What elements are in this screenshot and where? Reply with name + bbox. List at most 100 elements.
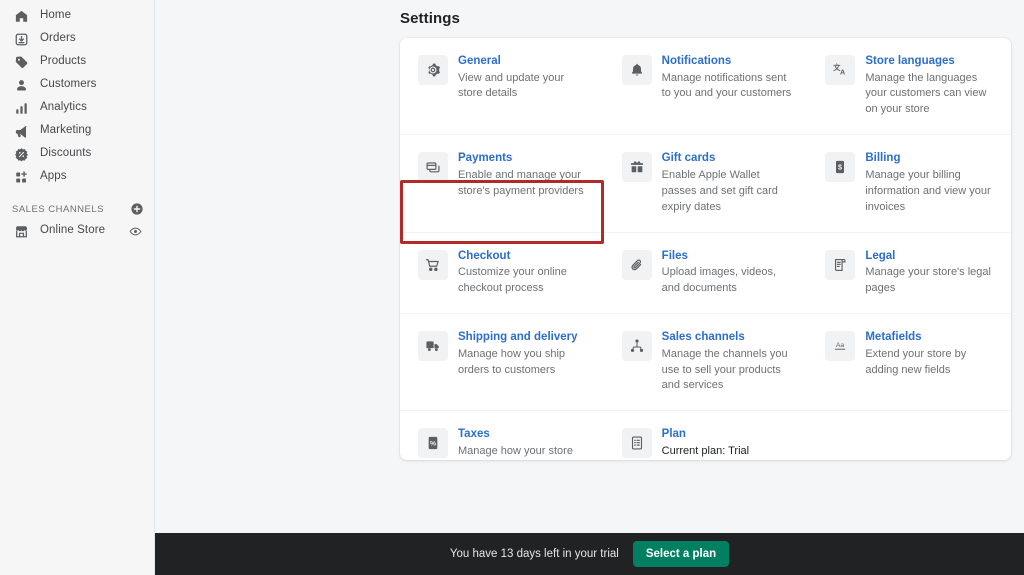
entry-description: Extend your store by adding new fields [865,347,967,376]
translate-icon: 文A [825,55,856,85]
shopping-cart-icon [418,249,448,280]
entry-title[interactable]: Payments [458,151,590,167]
paperclip-icon [621,249,652,280]
settings-entry-billing[interactable]: $ Billing Manage your billing informatio… [807,135,1011,231]
sidebar-item-home[interactable]: Home [6,5,148,27]
settings-entry-files[interactable]: Files Upload images, videos, and documen… [604,233,808,313]
entry-title[interactable]: Files [662,249,794,265]
settings-entry-sales-channels[interactable]: Sales channels Manage the channels you u… [604,314,808,410]
entry-description: Manage notifications sent to you and you… [661,71,792,100]
sidebar-item-discounts[interactable]: Discounts [6,143,148,165]
entry-body: Files Upload images, videos, and documen… [662,249,794,297]
entry-description: Manage your billing information and view… [865,168,991,213]
entry-description: View and update your store details [458,71,565,100]
sidebar-item-label: Products [40,55,87,68]
sidebar-item-label: Discounts [40,147,92,160]
truck-icon [418,331,448,362]
settings-entry-checkout[interactable]: Checkout Customize your online checkout … [400,233,604,313]
bell-icon [621,55,652,85]
entry-description: Manage how you ship orders to customers [458,347,566,376]
sidebar-item-label: Online Store [40,224,106,237]
entry-body: Taxes Manage how your store charges taxe… [458,427,590,460]
settings-row: Shipping and delivery Manage how you shi… [400,314,1011,412]
select-a-plan-button[interactable]: Select a plan [632,541,730,567]
marketing-megaphone-icon [12,122,30,140]
trial-bottom-bar: You have 13 days left in your trial Sele… [155,533,1024,575]
entry-body: Metafields Extend your store by adding n… [865,330,997,378]
svg-text:A: A [840,67,845,76]
sidebar-item-analytics[interactable]: Analytics [6,97,148,119]
settings-entry-gift-cards[interactable]: Gift cards Enable Apple Wallet passes an… [604,135,808,231]
settings-entry-notifications[interactable]: Notifications Manage notifications sent … [604,38,808,134]
sidebar-item-products[interactable]: Products [6,51,148,73]
entry-body: Store languages Manage the languages you… [865,54,997,118]
eye-icon[interactable] [129,225,142,238]
sidebar-item-orders[interactable]: Orders [6,28,148,50]
settings-entry-taxes[interactable]: % Taxes Manage how your store charges ta… [400,411,604,460]
entry-body: Payments Enable and manage your store's … [458,151,590,199]
settings-entry-payments[interactable]: Payments Enable and manage your store's … [400,135,604,231]
sidebar-item-online-store[interactable]: Online Store [6,220,148,242]
entry-title[interactable]: Gift cards [662,151,794,167]
customers-person-icon [12,76,30,94]
entry-description: Manage how your store charges taxes [458,444,573,457]
entry-title[interactable]: General [458,54,590,70]
settings-row: General View and update your store detai… [400,38,1011,136]
entry-title[interactable]: Shipping and delivery [458,330,590,346]
entry-title[interactable]: Sales channels [662,330,794,346]
settings-entry-plan[interactable]: Plan Current plan: Trial Manage and view… [604,411,808,460]
entry-description: Manage the channels you use to sell your… [661,347,788,392]
credit-card-icon [418,152,448,183]
sidebar-item-label: Analytics [40,101,87,114]
entry-body: Legal Manage your store's legal pages [865,249,997,297]
entry-title[interactable]: Checkout [458,249,590,265]
entry-title[interactable]: Legal [865,249,997,265]
plan-icon [621,428,652,459]
entry-title[interactable]: Billing [865,151,997,167]
sidebar-item-label: Customers [40,78,97,91]
sidebar-item-apps[interactable]: Apps [6,166,148,188]
entry-current-plan: Current plan: Trial [661,444,750,457]
gift-card-icon [621,152,652,183]
orders-icon [12,30,30,48]
svg-text:$: $ [838,163,842,172]
entry-title[interactable]: Store languages [865,54,997,70]
entry-body: Billing Manage your billing information … [865,151,997,215]
analytics-bars-icon [12,99,30,117]
svg-text:Aa: Aa [836,342,845,349]
entry-body: Checkout Customize your online checkout … [458,249,590,297]
settings-entry-general[interactable]: General View and update your store detai… [400,38,604,134]
entry-body: Notifications Manage notifications sent … [662,54,794,102]
settings-entry-legal[interactable]: Legal Manage your store's legal pages [807,233,1011,313]
entry-title[interactable]: Notifications [662,54,794,70]
sidebar-footer-strip [0,533,155,575]
sidebar-item-marketing[interactable]: Marketing [6,120,148,142]
entry-body: Shipping and delivery Manage how you shi… [458,330,590,378]
entry-description: Manage your store's legal pages [865,266,991,295]
sidebar-item-label: Marketing [40,124,92,137]
settings-card: General View and update your store detai… [400,38,1011,460]
metafields-aa-icon: Aa [825,331,856,362]
entry-title[interactable]: Taxes [458,427,590,443]
shopify-admin-settings-screen: Home Orders Products Customers Analytics… [0,0,1024,575]
page-title: Settings [400,10,460,27]
entry-description: Enable Apple Wallet passes and set gift … [661,168,778,213]
settings-row: Checkout Customize your online checkout … [400,233,1011,315]
taxes-percent-icon: % [418,428,448,459]
billing-dollar-icon: $ [825,152,856,183]
trial-status-text: You have 13 days left in your trial [449,548,619,560]
entry-description: Customize your online checkout process [458,266,567,295]
entry-body: Gift cards Enable Apple Wallet passes an… [662,151,794,215]
plus-circle-icon[interactable] [130,202,144,216]
sidebar-item-customers[interactable]: Customers [6,74,148,96]
sidebar-item-label: Home [40,9,72,22]
settings-entry-shipping-and-delivery[interactable]: Shipping and delivery Manage how you shi… [400,314,604,410]
home-icon [12,7,30,25]
entry-description: Manage the languages your customers can … [865,71,987,116]
settings-entry-store-languages[interactable]: 文A Store languages Manage the languages … [807,38,1011,134]
entry-description: Enable and manage your store's payment p… [458,168,584,197]
entry-title[interactable]: Metafields [865,330,997,346]
entry-title[interactable]: Plan [662,427,794,443]
settings-entry-metafields[interactable]: Aa Metafields Extend your store by addin… [807,314,1011,410]
entry-body: General View and update your store detai… [458,54,590,102]
